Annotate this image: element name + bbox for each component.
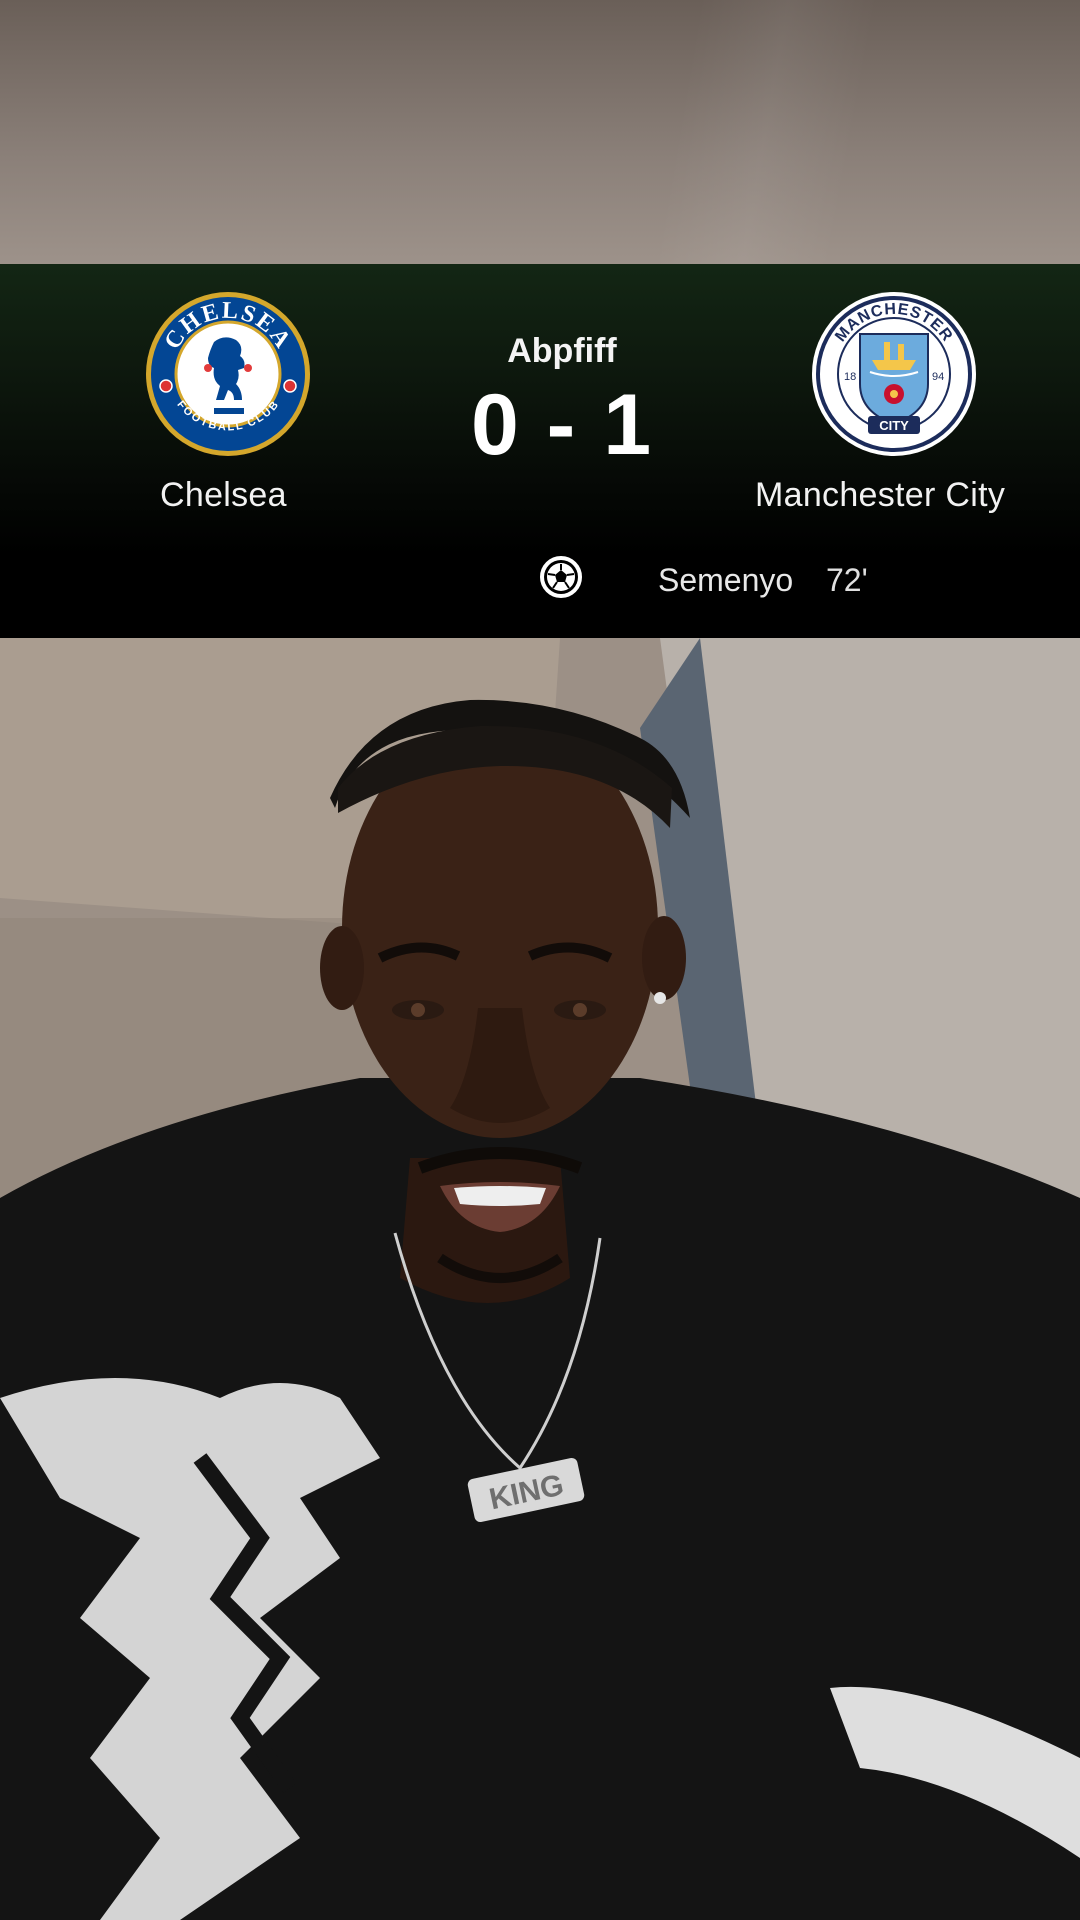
match-status: Abpfiff [507, 332, 617, 370]
city-crest-year-right: 94 [932, 371, 944, 383]
camera-feed-video: KING [0, 638, 1080, 1920]
away-team-name: Manchester City [755, 476, 1006, 514]
goal-scorer: Semenyo [658, 562, 794, 598]
match-scoreboard: CHELSEA FOOTBALL CLUB Abpfiff 0 - 1 MANC… [0, 264, 1080, 638]
chelsea-crest-icon: CHELSEA FOOTBALL CLUB [146, 292, 310, 456]
camera-feed-top [0, 0, 1080, 264]
manchester-city-crest-icon: MANCHESTER 18 94 CITY [812, 292, 976, 456]
home-team-name: Chelsea [160, 476, 287, 514]
soccer-ball-icon [540, 556, 582, 598]
goal-event-row: Semenyo 72' [0, 554, 1080, 614]
video-scene: KING [0, 638, 1080, 1920]
match-score: 0 - 1 [470, 377, 654, 473]
goal-minute: 72' [826, 562, 868, 598]
city-crest-bottom-text: CITY [879, 418, 909, 433]
city-crest-year-left: 18 [844, 371, 856, 383]
earring [654, 992, 666, 1004]
